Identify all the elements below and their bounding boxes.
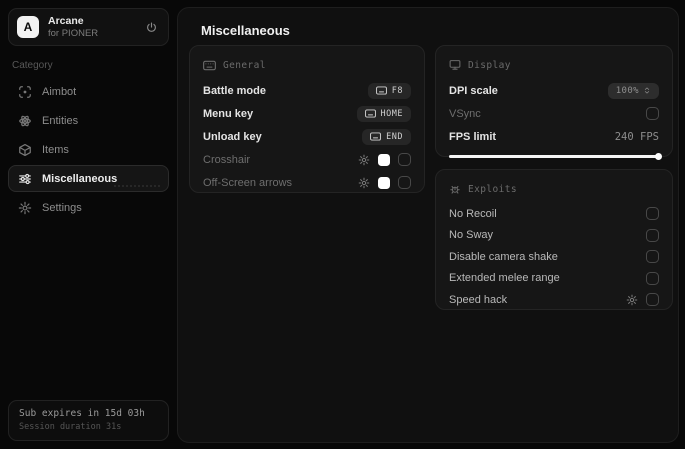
atom-icon [18, 114, 32, 128]
sidebar-item-miscellaneous[interactable]: Miscellaneous [8, 165, 169, 192]
category-label: Category [12, 60, 53, 71]
session-duration-text: Session duration 31s [19, 422, 122, 432]
panel-exploits: Exploits No Recoil No Sway Disable camer… [435, 169, 673, 310]
sidebar-nav: Aimbot Entities Items Miscellaneous Sett… [8, 78, 169, 221]
brand-card: A Arcane for PIONER [8, 8, 169, 46]
panel-general: General Battle mode F8 Menu key HOME Unl… [189, 45, 425, 193]
setting-row-extended-melee-range: Extended melee range [449, 268, 659, 290]
keybind-button[interactable]: END [362, 128, 411, 145]
panel-title: Exploits [468, 183, 517, 195]
setting-row-vsync: VSync [449, 102, 659, 125]
sidebar-item-items[interactable]: Items [8, 136, 169, 163]
chevron-up-down-icon [643, 86, 651, 95]
setting-label: Disable camera shake [449, 250, 558, 263]
setting-label: No Recoil [449, 207, 497, 220]
setting-row-unload-key: Unload key END [203, 125, 411, 148]
sidebar-item-aimbot[interactable]: Aimbot [8, 78, 169, 105]
sidebar-item-label: Miscellaneous [42, 172, 118, 185]
sidebar-item-label: Aimbot [42, 85, 77, 98]
box-icon [18, 143, 32, 157]
bug-icon [449, 183, 461, 195]
panel-exploits-header: Exploits [449, 181, 659, 197]
sidebar-item-label: Settings [42, 201, 82, 214]
keybind-value: HOME [380, 108, 403, 119]
no-recoil-checkbox[interactable] [646, 207, 659, 221]
brand-text: Arcane for PIONER [48, 15, 98, 40]
brand-name: Arcane [48, 14, 84, 27]
setting-label: Off-Screen arrows [203, 176, 293, 189]
panel-display: Display DPI scale 100% VSync FPS limit 2… [435, 45, 673, 160]
speed-hack-checkbox[interactable] [646, 293, 659, 307]
sidebar-item-label: Entities [42, 114, 79, 127]
brand-subtitle: for PIONER [48, 27, 99, 39]
setting-row-no-recoil: No Recoil [449, 203, 659, 225]
setting-row-menu-key: Menu key HOME [203, 102, 411, 125]
crosshair-scan-icon [18, 85, 32, 99]
setting-label: No Sway [449, 229, 494, 242]
setting-label: FPS limit [449, 130, 497, 143]
no-sway-checkbox[interactable] [646, 228, 659, 242]
keybind-value: END [386, 131, 403, 142]
slider-fill [449, 155, 659, 158]
setting-row-disable-camera-shake: Disable camera shake [449, 246, 659, 268]
setting-row-fps-limit: FPS limit 240 FPS [449, 125, 659, 148]
sub-expiry-text: Sub expires in 15d 03h [19, 408, 145, 419]
dpi-scale-dropdown[interactable]: 100% [607, 82, 659, 99]
color-swatch[interactable] [378, 176, 390, 189]
setting-label: DPI scale [449, 84, 498, 97]
setting-label: Crosshair [203, 153, 251, 166]
keyboard-icon [203, 60, 216, 71]
panel-general-header: General [203, 57, 411, 73]
dpi-scale-value: 100% [615, 85, 639, 96]
monitor-icon [449, 59, 461, 71]
vsync-checkbox[interactable] [646, 107, 659, 120]
keybind-button[interactable]: HOME [356, 105, 411, 122]
sidebar-item-entities[interactable]: Entities [8, 107, 169, 134]
setting-row-battle-mode: Battle mode F8 [203, 79, 411, 102]
main-content: Miscellaneous General Battle mode F8 Men… [177, 7, 679, 443]
power-icon[interactable] [145, 21, 158, 34]
keybind-value: F8 [391, 85, 403, 96]
setting-row-offscreen-arrows: Off-Screen arrows [203, 171, 411, 194]
disable-camera-shake-checkbox[interactable] [646, 250, 659, 264]
gear-icon[interactable] [358, 154, 370, 166]
sidebar-item-label: Items [42, 143, 69, 156]
fps-limit-slider[interactable] [449, 153, 662, 160]
setting-row-dpi-scale: DPI scale 100% [449, 79, 659, 102]
offscreen-arrows-checkbox[interactable] [398, 176, 411, 189]
page-title: Miscellaneous [201, 23, 290, 38]
panel-title: Display [468, 59, 511, 71]
sidebar-item-settings[interactable]: Settings [8, 194, 169, 221]
setting-label: VSync [449, 107, 481, 120]
panel-display-header: Display [449, 57, 659, 73]
setting-label: Battle mode [203, 84, 266, 97]
selected-item-decoration [114, 185, 160, 187]
keybind-button[interactable]: F8 [367, 82, 411, 99]
gear-icon[interactable] [626, 294, 638, 306]
setting-label: Extended melee range [449, 272, 560, 285]
brand-logo: A [17, 16, 39, 38]
setting-row-no-sway: No Sway [449, 225, 659, 247]
sliders-icon [18, 172, 32, 186]
sidebar: A Arcane for PIONER Category Aimbot Enti… [0, 0, 177, 449]
app-window: A Arcane for PIONER Category Aimbot Enti… [0, 0, 685, 449]
fps-limit-value: 240 FPS [614, 130, 659, 143]
extended-melee-range-checkbox[interactable] [646, 271, 659, 285]
setting-row-speed-hack: Speed hack [449, 289, 659, 311]
subscription-footer: Sub expires in 15d 03h Session duration … [8, 400, 169, 441]
panel-title: General [223, 59, 266, 71]
setting-label: Speed hack [449, 293, 508, 306]
slider-knob[interactable] [655, 153, 662, 160]
setting-row-crosshair: Crosshair [203, 148, 411, 171]
gear-icon[interactable] [358, 177, 370, 189]
gear-icon [18, 201, 32, 215]
setting-label: Unload key [203, 130, 262, 143]
crosshair-checkbox[interactable] [398, 153, 411, 166]
setting-label: Menu key [203, 107, 254, 120]
color-swatch[interactable] [378, 153, 390, 166]
